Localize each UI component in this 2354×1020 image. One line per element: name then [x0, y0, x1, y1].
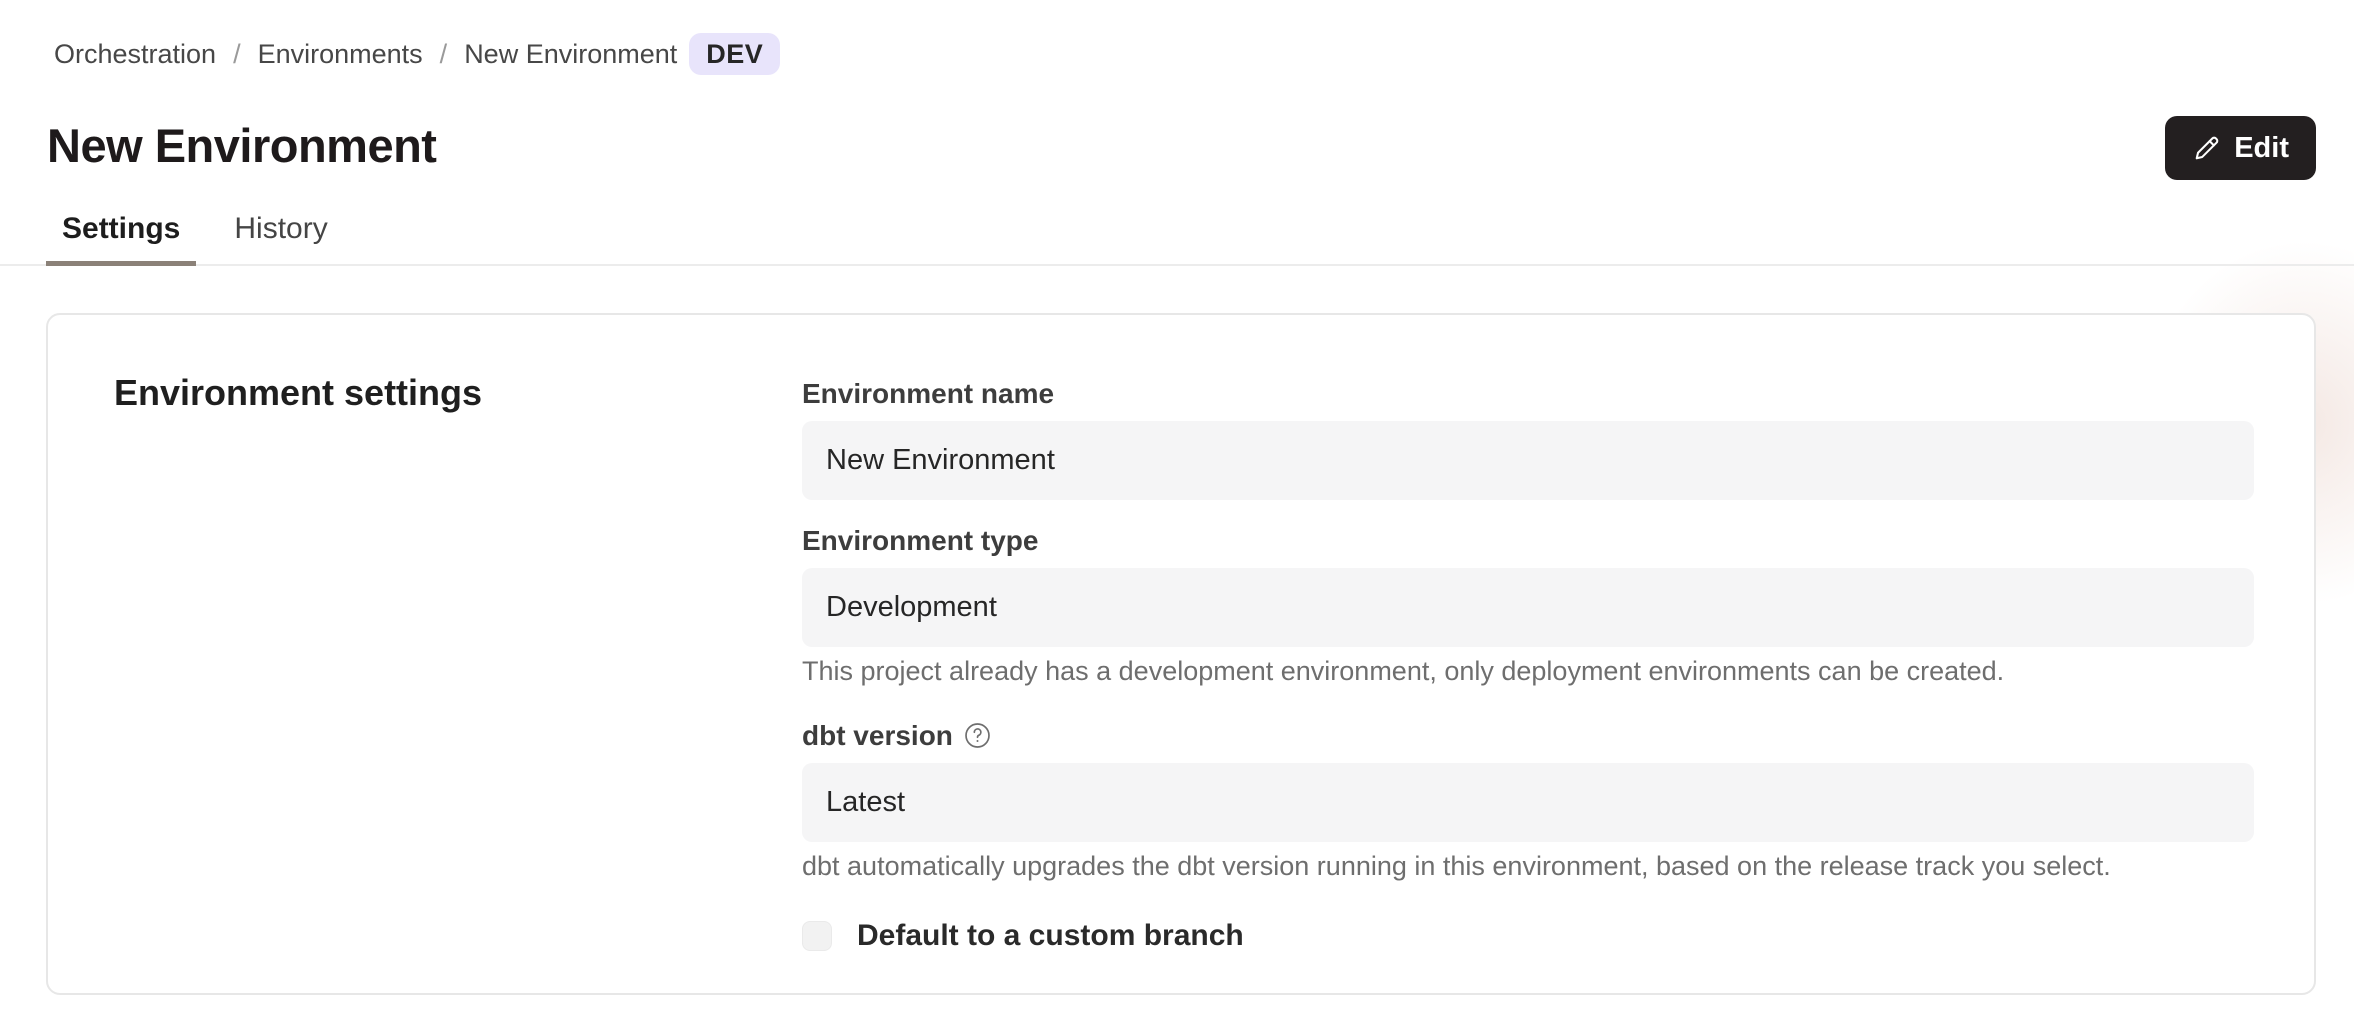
- tab-history[interactable]: History: [218, 211, 343, 266]
- environment-name-input[interactable]: New Environment: [802, 421, 2254, 500]
- card-heading: Environment settings: [114, 372, 482, 414]
- environment-name-label: Environment name: [802, 377, 2254, 410]
- breadcrumb-new-environment[interactable]: New Environment: [464, 39, 677, 70]
- environment-type-label: Environment type: [802, 524, 2254, 557]
- breadcrumb: Orchestration / Environments / New Envir…: [54, 33, 2354, 75]
- dbt-version-label: dbt version: [802, 719, 953, 752]
- pencil-icon: [2192, 134, 2221, 163]
- dbt-version-label-row: dbt version: [802, 719, 2254, 752]
- environment-type-input[interactable]: Development: [802, 568, 2254, 647]
- edit-button[interactable]: Edit: [2165, 116, 2316, 180]
- page-header: New Environment Edit: [47, 115, 2316, 179]
- tab-bar-divider: [0, 264, 2354, 266]
- tab-settings[interactable]: Settings: [46, 211, 196, 266]
- edit-button-label: Edit: [2234, 132, 2289, 165]
- breadcrumb-separator: /: [233, 39, 241, 70]
- environment-settings-card: Environment settings Environment name Ne…: [46, 313, 2316, 995]
- question-mark-help-icon[interactable]: [964, 722, 991, 749]
- custom-branch-checkbox[interactable]: [802, 921, 832, 951]
- custom-branch-checkbox-label: Default to a custom branch: [857, 919, 1244, 953]
- custom-branch-checkbox-row[interactable]: Default to a custom branch: [802, 919, 2254, 953]
- dbt-version-input[interactable]: Latest: [802, 763, 2254, 842]
- environment-type-helper-text: This project already has a development e…: [802, 655, 2254, 688]
- breadcrumb-environments[interactable]: Environments: [258, 39, 423, 70]
- breadcrumb-separator: /: [440, 39, 448, 70]
- page-title: New Environment: [47, 115, 2316, 177]
- tab-bar: Settings History: [0, 211, 2354, 266]
- environment-settings-form: Environment name New Environment Environ…: [802, 377, 2254, 953]
- environment-type-badge: DEV: [689, 33, 780, 75]
- dbt-version-helper-text: dbt automatically upgrades the dbt versi…: [802, 850, 2254, 883]
- breadcrumb-orchestration[interactable]: Orchestration: [54, 39, 216, 70]
